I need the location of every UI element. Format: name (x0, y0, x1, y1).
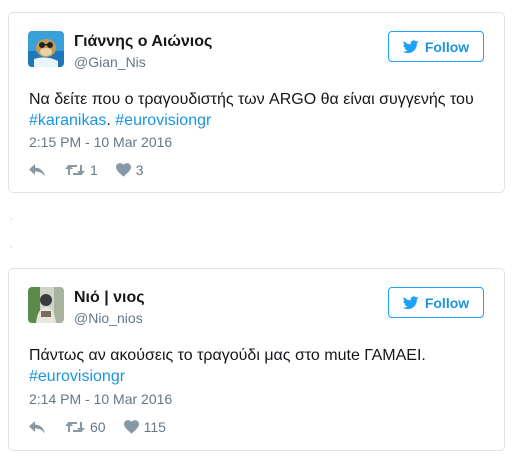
avatar[interactable] (28, 31, 64, 67)
retweet-button[interactable]: 1 (65, 162, 98, 178)
tweet-text-line: Πάντως αν ακούσεις το τραγούδι μας στο m… (29, 347, 426, 364)
retweet-icon (65, 163, 85, 177)
tweet-actions: 60 115 (29, 419, 166, 435)
user-handle[interactable]: @Gian_Nis (74, 54, 146, 70)
twitter-bird-icon (402, 295, 419, 310)
retweet-count: 1 (90, 162, 98, 178)
tweet-card: Νιό | νιος @Nio_nios Follow Πάντως αν ακ… (8, 268, 505, 451)
reply-button[interactable] (29, 163, 45, 177)
user-handle[interactable]: @Nio_nios (74, 310, 143, 326)
display-name[interactable]: Γιάννης ο Αιώνιος (74, 33, 212, 51)
text-separator: . (106, 112, 116, 129)
follow-label: Follow (424, 294, 470, 311)
display-name[interactable]: Νιό | νιος (74, 289, 145, 307)
hashtag-link[interactable]: #eurovisiongr (29, 368, 125, 385)
hashtag-link[interactable]: #eurovisiongr (115, 112, 211, 129)
follow-button[interactable]: Follow (388, 31, 484, 62)
tweet-card: Γιάννης ο Αιώνιος @Gian_Nis Follow Να δε… (8, 12, 505, 193)
tweet-text: Πάντως αν ακούσεις το τραγούδι μας στο m… (29, 345, 499, 387)
avatar[interactable] (28, 287, 64, 323)
timestamp[interactable]: 2:15 PM - 10 Mar 2016 (29, 134, 172, 150)
like-button[interactable]: 3 (115, 162, 144, 178)
reply-icon (29, 163, 45, 177)
follow-label: Follow (424, 38, 470, 55)
like-count: 3 (135, 162, 144, 178)
retweet-button[interactable]: 60 (65, 419, 106, 435)
timestamp[interactable]: 2:14 PM - 10 Mar 2016 (29, 391, 172, 407)
follow-button[interactable]: Follow (388, 287, 484, 318)
retweet-count: 60 (90, 419, 106, 435)
heart-icon (115, 163, 131, 177)
like-button[interactable]: 115 (123, 419, 166, 435)
reply-button[interactable] (29, 420, 45, 434)
hashtag-link[interactable]: #karanikas (29, 112, 106, 129)
page: Γιάννης ο Αιώνιος @Gian_Nis Follow Να δε… (0, 0, 515, 466)
reply-icon (29, 420, 45, 434)
like-count: 115 (143, 419, 166, 435)
retweet-icon (65, 420, 85, 434)
tweet-text: Να δείτε που ο τραγουδιστής των ARGO θα … (29, 89, 499, 131)
tweet-text-line: Να δείτε που ο τραγουδιστής των ARGO θα … (29, 91, 474, 108)
twitter-bird-icon (402, 39, 419, 54)
separator-dot (10, 246, 12, 248)
heart-icon (123, 420, 139, 434)
tweet-actions: 1 3 (29, 162, 144, 178)
separator-dot (10, 218, 12, 220)
